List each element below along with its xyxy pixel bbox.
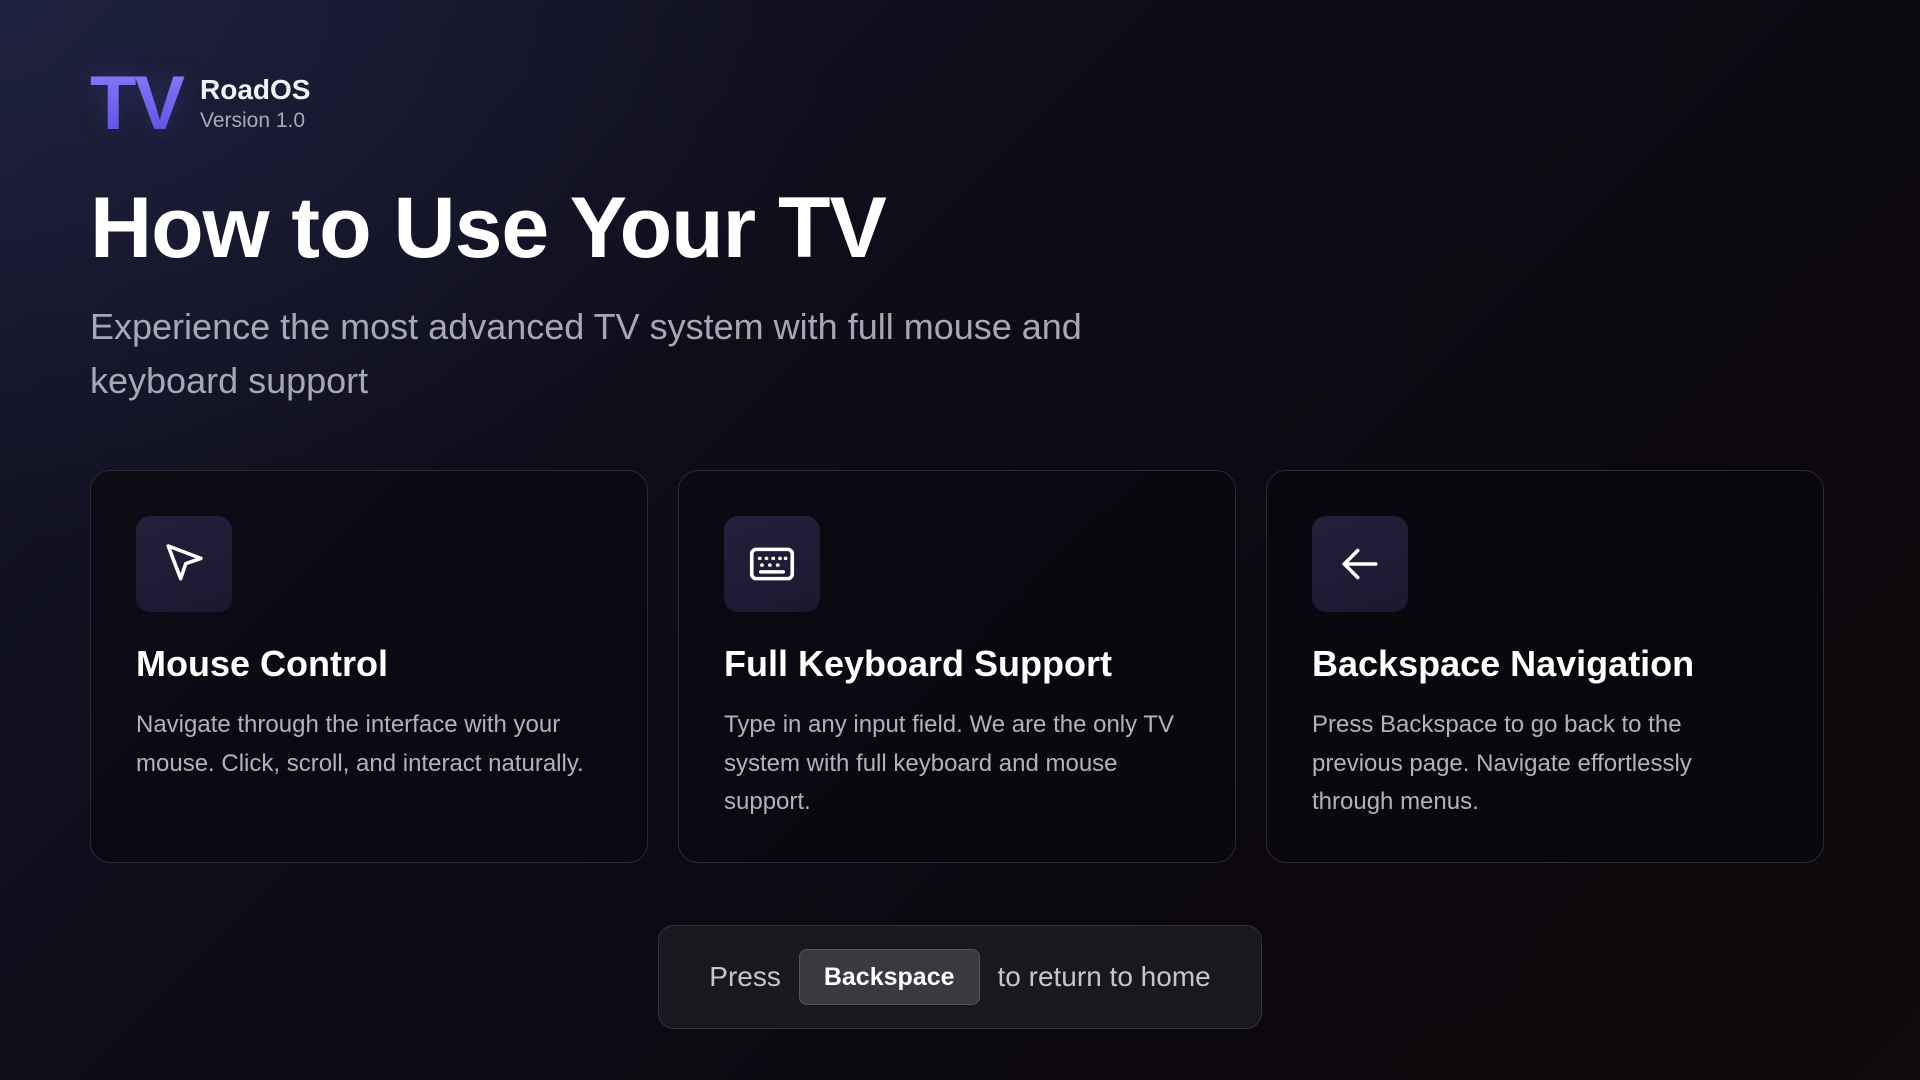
card-title: Backspace Navigation xyxy=(1312,643,1695,684)
hint-prefix: Press xyxy=(709,961,781,992)
return-home-hint: Press Backspace to return to home xyxy=(658,925,1262,1029)
card-description: Press Backspace to go back to the previo… xyxy=(1312,711,1692,815)
brand-name: RoadOS xyxy=(200,74,311,105)
page-subtitle: Experience the most advanced TV system w… xyxy=(90,306,1082,401)
tv-logo: TV xyxy=(90,66,200,142)
card-description: Navigate through the interface with your… xyxy=(136,711,584,777)
card-description: Type in any input field. We are the only… xyxy=(724,711,1175,815)
cursor-icon xyxy=(136,516,232,612)
card-title: Full Keyboard Support xyxy=(724,643,1113,684)
keyboard-icon xyxy=(724,516,820,612)
feature-cards: Mouse Control Navigate through the inter… xyxy=(90,470,1830,865)
brand-version: Version 1.0 xyxy=(200,109,306,132)
page-title: How to Use Your TV xyxy=(90,180,887,276)
backspace-key-badge: Backspace xyxy=(798,949,980,1005)
arrow-left-icon xyxy=(1312,516,1408,612)
feature-card-mouse-control: Mouse Control Navigate through the inter… xyxy=(90,470,648,863)
card-title: Mouse Control xyxy=(136,643,388,684)
brand-header: TV RoadOS Version 1.0 xyxy=(90,66,310,142)
feature-card-backspace-navigation: Backspace Navigation Press Backspace to … xyxy=(1266,470,1824,863)
brand-text: RoadOS Version 1.0 xyxy=(200,73,310,135)
help-page: TV RoadOS Version 1.0 How to Use Your TV… xyxy=(90,0,1830,1080)
hint-suffix: to return to home xyxy=(997,961,1211,992)
feature-card-keyboard-support: Full Keyboard Support Type in any input … xyxy=(678,470,1236,863)
